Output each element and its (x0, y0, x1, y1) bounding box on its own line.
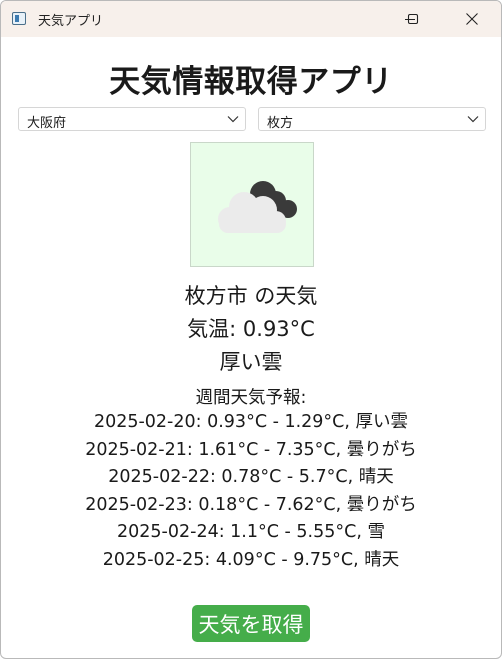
close-button[interactable] (449, 1, 495, 37)
app-window: 天気アプリ 天気情報取得アプリ 大阪府 枚方 枚方市 の天気 気温: 0.93°… (0, 0, 502, 659)
forecast-item: 2025-02-25: 4.09°C - 9.75°C, 晴天 (102, 549, 400, 570)
forecast-item: 2025-02-22: 0.78°C - 5.7°C, 晴天 (108, 467, 394, 487)
forecast-item: 2025-02-23: 0.18°C - 7.62°C, 曇りがち (85, 494, 417, 515)
prefecture-value: 大阪府 (27, 116, 67, 131)
forecast-item: 2025-02-21: 1.61°C - 7.35°C, 曇りがち (85, 439, 417, 460)
city-select[interactable]: 枚方 (258, 107, 486, 131)
forecast-list: 2025-02-20: 0.93°C - 1.29°C, 厚い雲 2025-02… (1, 409, 501, 574)
fetch-weather-button[interactable]: 天気を取得 (192, 605, 310, 642)
title-bar[interactable]: 天気アプリ (1, 1, 501, 37)
weather-icon-frame (190, 142, 314, 267)
forecast-title: 週間天気予報: (195, 388, 307, 408)
app-icon (12, 12, 26, 25)
maximize-icon (407, 13, 419, 25)
city-weather-heading: 枚方市 の天気 (184, 284, 318, 308)
current-temperature: 気温: 0.93°C (187, 317, 315, 341)
chevron-down-icon (227, 116, 239, 123)
cloudy-icon (218, 181, 297, 233)
window-title: 天気アプリ (38, 14, 104, 29)
close-icon (466, 13, 478, 25)
weather-description: 厚い雲 (219, 350, 283, 374)
chevron-down-icon (467, 116, 479, 123)
city-value: 枚方 (267, 116, 294, 131)
maximize-button[interactable] (390, 1, 436, 37)
forecast-item: 2025-02-20: 0.93°C - 1.29°C, 厚い雲 (93, 412, 409, 432)
forecast-item: 2025-02-24: 1.1°C - 5.55°C, 雪 (117, 522, 385, 542)
page-title: 天気情報取得アプリ (109, 64, 393, 100)
prefecture-select[interactable]: 大阪府 (18, 107, 246, 131)
